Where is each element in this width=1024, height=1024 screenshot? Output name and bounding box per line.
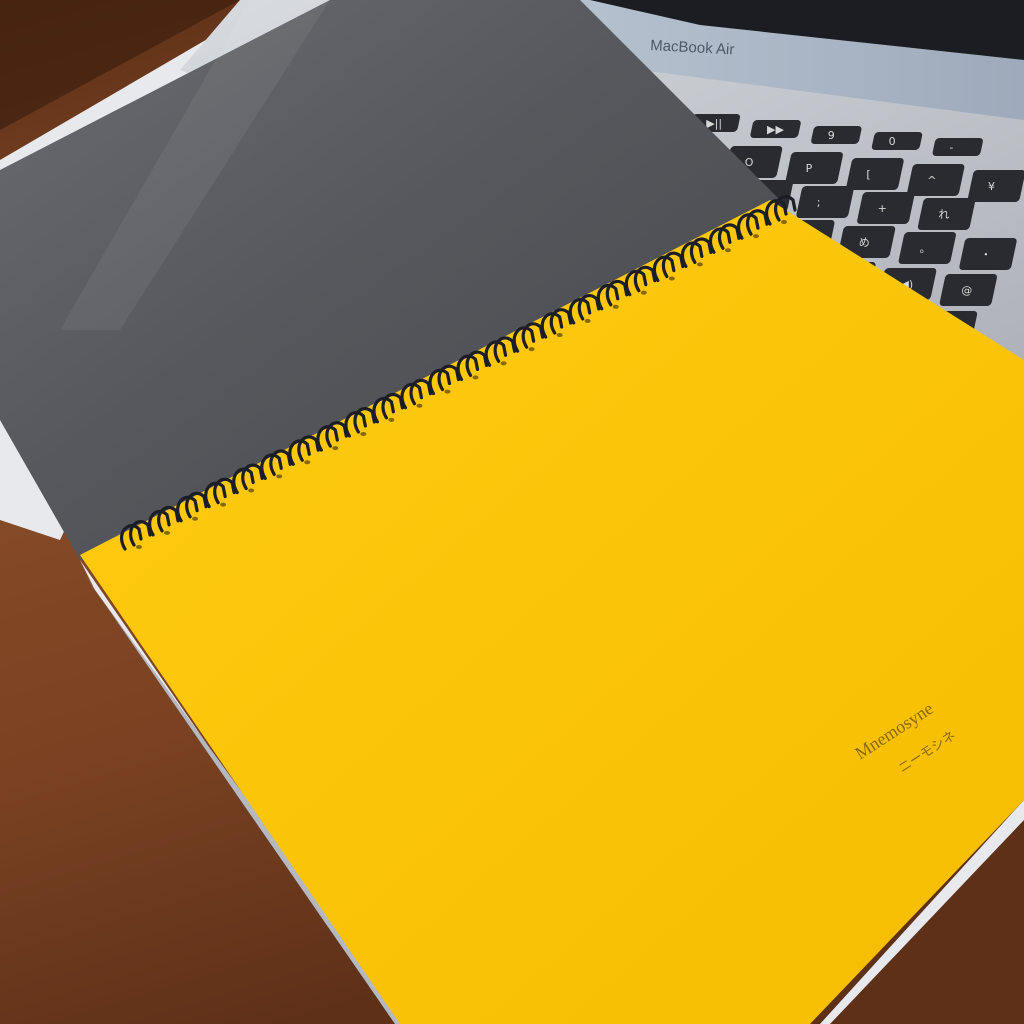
keyboard-key-label: 0: [889, 135, 896, 148]
spiral-hole: [164, 530, 171, 535]
spiral-hole: [472, 375, 479, 380]
spiral-hole: [724, 248, 731, 253]
spiral-hole: [444, 389, 451, 394]
spiral-hole: [360, 431, 367, 436]
photo-scene: MacBook Air ◀◀▶||▶▶90-=OP[^¥L;+れ?め。・◀◀)@…: [0, 0, 1024, 1024]
keyboard-key-label: +: [878, 202, 887, 215]
spiral-hole: [304, 460, 311, 465]
keyboard-key: [785, 152, 843, 184]
spiral-hole: [332, 446, 339, 451]
spiral-hole: [556, 333, 563, 338]
spiral-hole: [528, 347, 535, 352]
keyboard-key-label: 9: [828, 129, 835, 142]
keyboard-key: [967, 170, 1024, 202]
spiral-hole: [752, 234, 759, 239]
spiral-hole: [612, 304, 619, 309]
keyboard-key-label: [: [866, 168, 870, 181]
keyboard-key-label: ;: [817, 196, 821, 209]
spiral-hole: [500, 361, 507, 366]
keyboard-key-label: れ: [938, 208, 949, 221]
spiral-hole: [668, 276, 675, 281]
keyboard-key: [871, 132, 923, 150]
keyboard-key: [846, 158, 904, 190]
keyboard-key-label: め: [859, 236, 870, 249]
spiral-hole: [781, 220, 787, 224]
keyboard-key-label: ¥: [988, 180, 995, 193]
keyboard-key-label: @: [961, 284, 972, 297]
spiral-hole: [248, 488, 255, 493]
keyboard-key: [796, 186, 854, 218]
spiral-hole: [388, 417, 395, 422]
spiral-hole: [696, 262, 703, 267]
keyboard-key-label: ^: [927, 174, 936, 187]
keyboard-key-label: -: [949, 141, 953, 154]
keyboard-key-label: P: [806, 162, 813, 175]
spiral-hole: [192, 516, 199, 521]
keyboard-key-label: ・: [980, 248, 991, 261]
spiral-hole: [220, 502, 227, 507]
keyboard-key-label: 。: [920, 242, 931, 255]
spiral-hole: [136, 545, 142, 549]
keyboard-key: [811, 126, 862, 144]
spiral-hole: [584, 318, 591, 323]
spiral-hole: [276, 474, 283, 479]
keyboard-key-label: ▶||: [706, 117, 722, 130]
spiral-hole: [416, 403, 423, 408]
spiral-hole: [640, 290, 647, 295]
keyboard-key-label: ▶▶: [767, 123, 784, 136]
keyboard-key: [932, 138, 983, 156]
photo-canvas: MacBook Air ◀◀▶||▶▶90-=OP[^¥L;+れ?め。・◀◀)@…: [0, 0, 1024, 1024]
